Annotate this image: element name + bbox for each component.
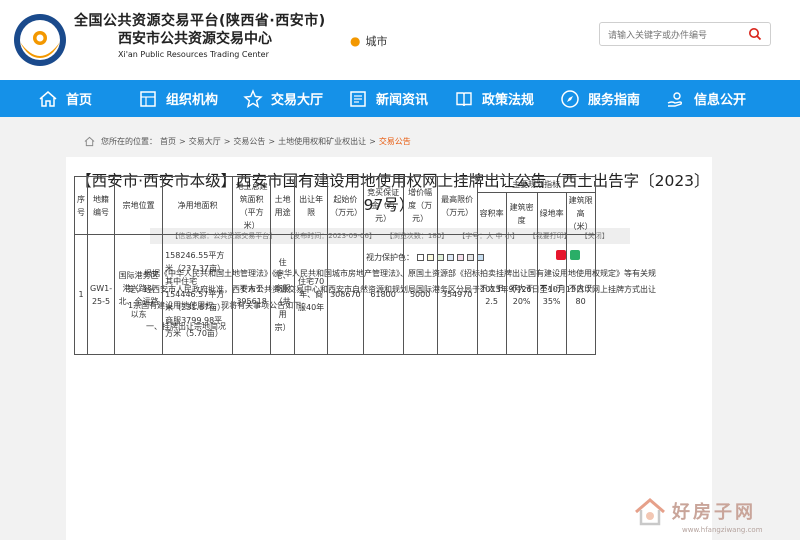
cell-term: 住宅70年、商服40年 xyxy=(294,234,329,355)
search-icon[interactable] xyxy=(748,27,762,41)
breadcrumb-sep: > xyxy=(223,137,231,146)
nav-policy[interactable]: 政策法规 xyxy=(454,80,534,117)
header-deposit: 竞买保证金（万元） xyxy=(362,176,404,235)
brand-block: 全国公共资源交易平台(陕西省·西安市) 西安市公共资源交易中心 Xi'an Pu… xyxy=(74,12,326,62)
cell-deposit: 61800 xyxy=(362,234,404,355)
header-planning-indicators: 主要规划指标 xyxy=(476,176,596,193)
nav-home[interactable]: 首页 xyxy=(38,80,92,117)
search-box xyxy=(599,22,771,47)
nav-label: 信息公开 xyxy=(694,93,747,108)
watermark-logo-icon xyxy=(635,498,665,526)
breadcrumb-sep: > xyxy=(179,137,186,146)
breadcrumb-home[interactable]: 首页 xyxy=(160,136,176,147)
breadcrumb-sep: > xyxy=(369,137,376,146)
breadcrumb: 您所在的位置： 首页 > 交易大厅 > 交易公告 > 土地使用权和矿业权出让 >… xyxy=(84,136,411,147)
header-max-price: 最高限价（万元） xyxy=(436,176,478,235)
cell-max-price: 354970 xyxy=(436,234,478,355)
location-icon xyxy=(84,136,95,147)
nav-label: 首页 xyxy=(66,93,93,108)
news-icon xyxy=(350,90,366,107)
cell-increment: 5000 xyxy=(402,234,438,355)
nav-label: 组织机构 xyxy=(166,93,219,108)
cell-far: 不大于2.5 xyxy=(476,234,507,355)
header-green: 绿地率 xyxy=(536,192,567,235)
location-pin-icon: ● xyxy=(350,34,361,48)
nav-label: 交易大厅 xyxy=(271,93,324,108)
cell-location: 国际港务区港兴路以北、全运路以东 xyxy=(114,234,164,355)
cell-use: 住宅、商服（共用宗） xyxy=(270,234,296,355)
nav-org[interactable]: 组织机构 xyxy=(138,80,218,117)
breadcrumb-land-rights[interactable]: 土地使用权和矿业权出让 xyxy=(278,136,366,147)
nav-trading-hall[interactable]: 交易大厅 xyxy=(243,80,323,117)
header-area: 净用地面积 xyxy=(162,176,234,235)
compass-icon xyxy=(561,89,579,108)
nav-service-guide[interactable]: 服务指南 xyxy=(560,80,640,117)
header-building-area: 地上总建筑面积（平方米） xyxy=(232,176,272,235)
breadcrumb-current[interactable]: 交易公告 xyxy=(379,136,411,147)
header-term: 出让年限 xyxy=(294,176,329,235)
nav-label: 政策法规 xyxy=(482,93,535,108)
nav-news[interactable]: 新闻资讯 xyxy=(348,80,428,117)
watermark-text: 好房子网 xyxy=(672,502,756,523)
header-far: 容积率 xyxy=(476,192,507,235)
breadcrumb-prefix: 您所在的位置： xyxy=(101,137,157,146)
breadcrumb-announcements[interactable]: 交易公告 xyxy=(233,136,265,147)
site-header: 全国公共资源交易平台(陕西省·西安市) 西安市公共资源交易中心 Xi'an Pu… xyxy=(0,0,800,80)
cell-code: GW1-25-5 xyxy=(86,234,116,355)
org-icon xyxy=(140,90,156,107)
header-start-price: 起始价（万元） xyxy=(327,176,364,235)
nav-label: 服务指南 xyxy=(588,93,641,108)
city-label: 城市 xyxy=(365,35,388,48)
home-icon xyxy=(39,90,57,107)
hand-icon xyxy=(667,91,683,107)
header-density: 建筑密度 xyxy=(505,192,538,235)
cell-height: 不大于80 xyxy=(565,234,596,355)
table-row: 1 GW1-25-5 国际港务区港兴路以北、全运路以东 158246.55平方米… xyxy=(74,234,596,355)
cell-start-price: 308670 xyxy=(327,234,364,355)
land-parcel-table: 序号 地籍编号 宗地位置 净用地面积 地上总建筑面积（平方米） 土地用途 出让年… xyxy=(74,176,596,355)
site-logo[interactable] xyxy=(12,12,68,68)
cell-no: 1 xyxy=(74,234,88,355)
center-name-en: Xi'an Public Resources Trading Center xyxy=(118,50,269,59)
platform-name: 全国公共资源交易平台(陕西省·西安市) xyxy=(74,13,326,29)
watermark-url: www.hfangziwang.com xyxy=(682,526,763,534)
cell-density: 不大于20% xyxy=(505,234,538,355)
breadcrumb-trading-hall[interactable]: 交易大厅 xyxy=(189,136,221,147)
search-input[interactable] xyxy=(600,25,740,47)
star-icon xyxy=(243,88,263,108)
nav-info-public[interactable]: 信息公开 xyxy=(666,80,746,117)
header-use: 土地用途 xyxy=(270,176,296,235)
city-selector[interactable]: ● 城市 xyxy=(350,33,387,49)
book-icon xyxy=(456,91,472,106)
site-watermark: 好房子网 www.hfangziwang.com xyxy=(626,486,796,540)
cell-green: 不小于35% xyxy=(536,234,567,355)
header-height: 建筑限高（米） xyxy=(565,192,596,235)
header-no: 序号 xyxy=(74,176,88,235)
breadcrumb-sep: > xyxy=(268,137,276,146)
header-code: 地籍编号 xyxy=(86,176,116,235)
header-location: 宗地位置 xyxy=(114,176,164,235)
main-nav: 首页 组织机构 交易大厅 新闻资讯 政策法规 服务指南 信息公开 xyxy=(0,80,800,117)
nav-label: 新闻资讯 xyxy=(376,93,429,108)
header-increment: 增价幅度（万元） xyxy=(402,176,438,235)
center-name: 西安市公共资源交易中心 xyxy=(118,31,272,47)
cell-building-area: 不大于395618 xyxy=(232,234,272,355)
table-header-row: 序号 地籍编号 宗地位置 净用地面积 地上总建筑面积（平方米） 土地用途 出让年… xyxy=(74,176,596,235)
cell-area: 158246.55平方米（237.37亩），其中住宅154446.57平方米（2… xyxy=(162,234,234,355)
